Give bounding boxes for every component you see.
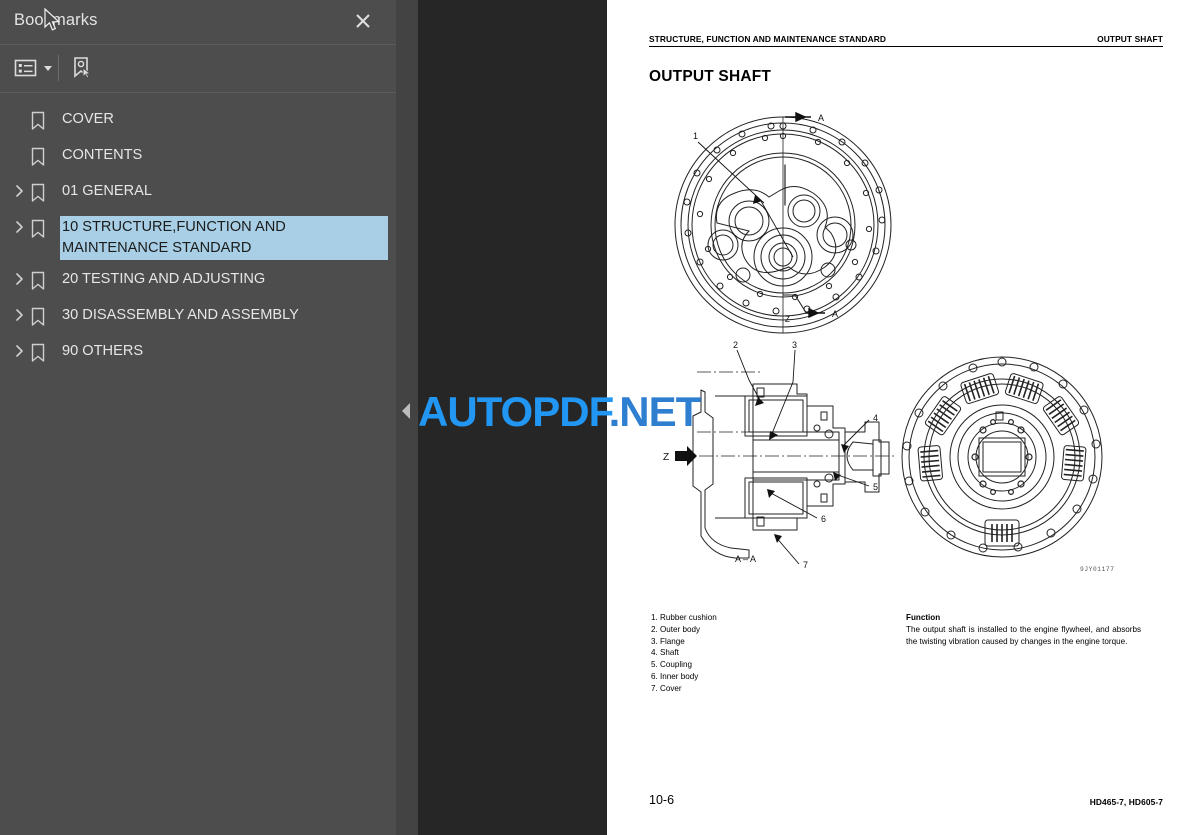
chevron-right-icon[interactable] xyxy=(10,180,30,203)
bookmark-tree[interactable]: COVER CONTENTS 01 GENERAL 10 STRUCTURE,FUNC… xyxy=(0,94,396,835)
function-text: The output shaft is installed to the eng… xyxy=(906,624,1141,646)
running-head-right: OUTPUT SHAFT xyxy=(1097,34,1163,44)
bookmarks-panel-title: Bookmarks xyxy=(14,11,98,29)
bookmark-label: COVER xyxy=(62,111,114,127)
page-title: OUTPUT SHAFT xyxy=(649,68,772,85)
bookmark-label: 20 TESTING AND ADJUSTING xyxy=(62,271,266,287)
running-head-left: STRUCTURE, FUNCTION AND MAINTENANCE STAN… xyxy=(649,34,887,44)
svg-text:A: A xyxy=(818,113,824,123)
svg-text:3: 3 xyxy=(792,340,797,350)
toolbar-divider xyxy=(58,55,59,81)
bookmark-item[interactable]: 90 OTHERS xyxy=(0,336,396,372)
svg-text:Z: Z xyxy=(663,452,669,463)
chevron-down-icon[interactable] xyxy=(44,65,52,71)
panel-splitter[interactable] xyxy=(396,0,418,835)
triangle-left-icon[interactable] xyxy=(400,400,414,422)
pdf-viewer-window: Bookmarks COVER CONTENTS 01 GENERAL 10 S… xyxy=(0,0,1200,835)
bookmark-icon xyxy=(30,340,52,368)
svg-text:7: 7 xyxy=(803,560,808,570)
svg-text:4: 4 xyxy=(873,413,878,423)
bookmark-icon xyxy=(30,180,52,208)
bookmark-item[interactable]: COVER xyxy=(0,104,396,140)
bookmark-label: 90 OTHERS xyxy=(62,343,144,359)
new-bookmark-icon[interactable] xyxy=(70,53,94,83)
figure-flange-face: A A Z 1 xyxy=(674,111,892,334)
bookmark-item[interactable]: 01 GENERAL xyxy=(0,176,396,212)
svg-text:2: 2 xyxy=(733,340,738,350)
running-head: STRUCTURE, FUNCTION AND MAINTENANCE STAN… xyxy=(649,34,1163,47)
chevron-right-icon[interactable] xyxy=(10,268,30,291)
chevron-right-icon[interactable] xyxy=(10,216,30,239)
bookmark-icon xyxy=(30,144,52,172)
svg-text:1: 1 xyxy=(693,131,698,141)
bookmarks-panel-header: Bookmarks xyxy=(0,0,396,45)
parts-list-item: 2. Outer body xyxy=(651,624,701,634)
parts-list-item: 7. Cover xyxy=(651,683,682,693)
bookmark-label: 01 GENERAL xyxy=(62,183,153,199)
bookmark-icon xyxy=(30,268,52,296)
bookmark-item[interactable]: 20 TESTING AND ADJUSTING xyxy=(0,264,396,300)
parts-list-item: 6. Inner body xyxy=(651,671,699,681)
bookmark-label: CONTENTS xyxy=(62,147,143,163)
parts-list-item: 1. Rubber cushion xyxy=(651,613,717,622)
bookmarks-panel: Bookmarks COVER CONTENTS 01 GENERAL 10 S… xyxy=(0,0,396,835)
function-heading: Function xyxy=(906,613,941,622)
function-block: Function The output shaft is installed t… xyxy=(906,612,1141,647)
pdf-page[interactable]: STRUCTURE, FUNCTION AND MAINTENANCE STAN… xyxy=(607,0,1200,835)
parts-list-item: 5. Coupling xyxy=(651,660,692,670)
bookmark-label: 10 STRUCTURE,FUNCTION AND MAINTENANCE ST… xyxy=(59,215,389,261)
svg-text:Z: Z xyxy=(785,315,790,324)
figure-section-a-a: Z 2 3 4 5 6 7 A – A xyxy=(663,340,895,570)
drawing-code: 9JY01177 xyxy=(1080,566,1115,573)
svg-text:5: 5 xyxy=(873,482,878,492)
figure-damper-disc xyxy=(901,356,1103,558)
svg-text:A: A xyxy=(832,309,838,319)
bookmark-icon xyxy=(30,216,52,244)
parts-list: 1. Rubber cushion 2. Outer body 3. Flang… xyxy=(651,612,717,695)
chevron-right-icon[interactable] xyxy=(10,304,30,327)
bookmarks-toolbar xyxy=(0,45,396,93)
bookmark-item[interactable]: 10 STRUCTURE,FUNCTION AND MAINTENANCE ST… xyxy=(0,212,396,264)
parts-list-item: 3. Flange xyxy=(651,636,685,646)
list-options-icon[interactable] xyxy=(14,53,52,83)
close-icon[interactable] xyxy=(352,10,374,32)
svg-text:6: 6 xyxy=(821,514,826,524)
model-designation: HD465-7, HD605-7 xyxy=(1089,797,1163,807)
bookmark-item[interactable]: CONTENTS xyxy=(0,140,396,176)
bookmark-label: 30 DISASSEMBLY AND ASSEMBLY xyxy=(62,307,299,323)
bookmark-item[interactable]: 30 DISASSEMBLY AND ASSEMBLY xyxy=(0,300,396,336)
bookmark-icon xyxy=(30,108,52,136)
bookmark-icon xyxy=(30,304,52,332)
page-number: 10-6 xyxy=(649,793,675,807)
svg-text:A – A: A – A xyxy=(735,554,756,564)
chevron-right-icon[interactable] xyxy=(10,340,30,363)
parts-list-item: 4. Shaft xyxy=(651,648,679,658)
